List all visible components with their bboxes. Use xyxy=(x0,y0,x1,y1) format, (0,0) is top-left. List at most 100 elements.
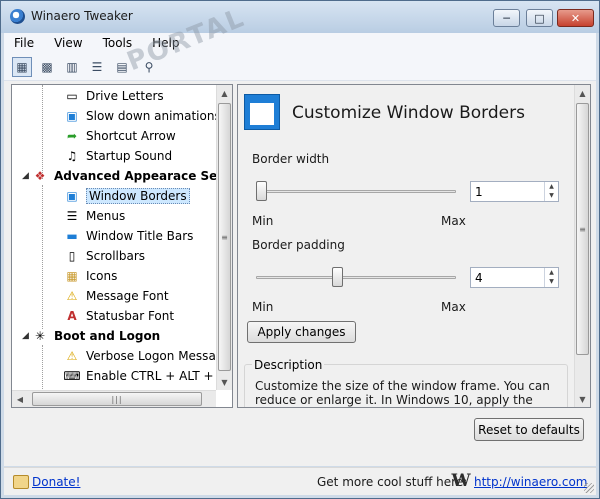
border-width-stepper[interactable]: 1 ▲ ▼ xyxy=(470,181,559,202)
tree-item-label: Message Font xyxy=(86,289,169,303)
tree-item-startup-sound[interactable]: ♫ Startup Sound xyxy=(64,146,173,166)
border-padding-slider[interactable] xyxy=(331,267,343,287)
border-width-value[interactable]: 1 xyxy=(475,185,483,199)
border-width-label: Border width xyxy=(252,152,330,166)
font-icon: A xyxy=(67,309,77,323)
tree-item-message-font[interactable]: ⚠ Message Font xyxy=(64,286,169,306)
tree-item-drive-letters[interactable]: ▭ Drive Letters xyxy=(64,86,163,106)
large-icons-icon: ▩ xyxy=(41,60,53,74)
border-width-slider[interactable] xyxy=(256,181,267,201)
border-padding-label: Border padding xyxy=(252,238,345,252)
scroll-up-icon[interactable]: ▲ xyxy=(575,85,590,101)
view-details-button[interactable]: ▤ xyxy=(112,57,132,77)
scroll-down-icon[interactable]: ▼ xyxy=(217,374,232,390)
spin-down-icon[interactable]: ▼ xyxy=(545,277,558,286)
description-text: Customize the size of the window frame. … xyxy=(255,379,550,407)
shortcut-arrow-icon: ➦ xyxy=(66,129,78,143)
menu-view[interactable]: View xyxy=(44,36,92,50)
minimize-icon: ─ xyxy=(503,11,510,25)
tree-item-label: Window Title Bars xyxy=(86,229,194,243)
tree-item-verbose-logon[interactable]: ⚠ Verbose Logon Messages xyxy=(64,346,232,366)
speaker-icon: ♫ xyxy=(66,149,78,163)
menu-icon: ☰ xyxy=(66,209,78,223)
tree-vertical-scrollbar[interactable]: ▲ ≡ ▼ xyxy=(216,85,232,390)
donate-icon[interactable] xyxy=(13,475,29,489)
tree-item-label: Window Borders xyxy=(86,188,190,204)
close-button[interactable]: ✕ xyxy=(557,9,594,27)
scrollbar-icon: ▯ xyxy=(68,249,76,263)
tree-item-window-title-bars[interactable]: ▬ Window Title Bars xyxy=(64,226,193,246)
view-tree-button[interactable]: ▦ xyxy=(12,57,32,77)
donate-link[interactable]: Donate! xyxy=(32,475,80,489)
tree-item-shortcut-arrow[interactable]: ➦ Shortcut Arrow xyxy=(64,126,176,146)
panel-scroll-thumb[interactable]: ≡ xyxy=(576,103,589,355)
description-label: Description xyxy=(252,358,325,372)
scroll-left-icon[interactable]: ◀ xyxy=(12,391,28,407)
scroll-down-icon[interactable]: ▼ xyxy=(575,391,590,407)
maximize-button[interactable]: □ xyxy=(526,9,553,27)
tree-item-icons[interactable]: ▦ Icons xyxy=(64,266,117,286)
toolbar: ▦ ▩ ▥ ☰ ▤ ⚲ xyxy=(4,53,596,81)
menu-help[interactable]: Help xyxy=(142,36,189,50)
tree-item-statusbar-font[interactable]: A Statusbar Font xyxy=(64,306,174,326)
view-small-icons-button[interactable]: ▥ xyxy=(62,57,82,77)
spin-up-icon[interactable]: ▲ xyxy=(545,182,558,191)
search-tool-button[interactable]: ⚲ xyxy=(139,57,159,77)
menu-file[interactable]: File xyxy=(4,36,44,50)
collapse-icon[interactable]: ◢ xyxy=(22,172,31,181)
window-title: Winaero Tweaker xyxy=(31,9,133,23)
border-padding-slider-track[interactable] xyxy=(256,276,456,279)
tree-category-boot-and-logon[interactable]: ✳ Boot and Logon xyxy=(32,326,160,346)
view-large-icons-button[interactable]: ▩ xyxy=(37,57,57,77)
tree-item-ctrl-alt-del[interactable]: ⌨ Enable CTRL + ALT + DEL xyxy=(63,366,232,386)
search-icon: ⚲ xyxy=(144,60,154,74)
maximize-icon: □ xyxy=(534,11,545,25)
tree-item-window-borders[interactable]: ▣ Window Borders xyxy=(64,186,190,206)
apply-changes-button[interactable]: Apply changes xyxy=(247,321,356,343)
border-padding-value[interactable]: 4 xyxy=(475,271,483,285)
keyboard-icon: ⌨ xyxy=(63,369,81,383)
spin-down-icon[interactable]: ▼ xyxy=(545,191,558,200)
resize-grip-icon[interactable] xyxy=(584,483,594,493)
tree-item-label: Shortcut Arrow xyxy=(86,129,176,143)
window-borders-icon: ▣ xyxy=(66,189,78,203)
winaero-app-icon[interactable] xyxy=(10,9,25,24)
border-padding-min-label: Min xyxy=(252,300,274,314)
panel-vertical-scrollbar[interactable]: ▲ ≡ ▼ xyxy=(574,85,590,407)
tree-item-menus[interactable]: ☰ Menus xyxy=(64,206,126,226)
reset-to-defaults-button[interactable]: Reset to defaults xyxy=(474,418,584,441)
drive-icon: ▭ xyxy=(66,89,78,103)
tree-item-label: Statusbar Font xyxy=(86,309,175,323)
border-width-min-label: Min xyxy=(252,214,274,228)
minimize-button[interactable]: ─ xyxy=(493,9,520,27)
settings-panel: Customize Window Borders Border width 1 … xyxy=(237,84,591,408)
warning-icon: ⚠ xyxy=(66,289,78,303)
border-padding-stepper[interactable]: 4 ▲ ▼ xyxy=(470,267,559,288)
title-bar[interactable]: Winaero Tweaker ─ □ ✕ xyxy=(1,1,599,33)
page-title: Customize Window Borders xyxy=(292,103,525,123)
tree-horizontal-scrollbar[interactable]: ◀ ||| xyxy=(12,390,216,407)
border-width-max-label: Max xyxy=(441,214,466,228)
scroll-up-icon[interactable]: ▲ xyxy=(217,85,232,101)
view-list-button[interactable]: ☰ xyxy=(87,57,107,77)
details-view-icon: ▤ xyxy=(116,60,128,74)
tree-item-label: Slow down animations xyxy=(86,109,221,123)
collapse-icon[interactable]: ◢ xyxy=(22,332,31,341)
tree-scroll-thumb[interactable]: ≡ xyxy=(218,103,231,371)
tree-item-scrollbars[interactable]: ▯ Scrollbars xyxy=(64,246,145,266)
animation-icon: ▣ xyxy=(66,109,78,123)
tree-category-advanced-appearance[interactable]: ❖ Advanced Appearace Settin xyxy=(32,166,232,186)
website-link[interactable]: http://winaero.com xyxy=(474,475,588,489)
winaero-logo-icon[interactable]: W xyxy=(451,471,471,491)
tree-item-label: Icons xyxy=(86,269,118,283)
border-width-spin-buttons: ▲ ▼ xyxy=(544,182,558,201)
tree-item-slow-down-animations[interactable]: ▣ Slow down animations xyxy=(64,106,221,126)
border-width-slider-track[interactable] xyxy=(256,190,456,193)
spin-up-icon[interactable]: ▲ xyxy=(545,268,558,277)
tree-item-label: Menus xyxy=(86,209,126,223)
tree-hscroll-thumb[interactable]: ||| xyxy=(32,392,202,406)
settings-tree[interactable]: ▭ Drive Letters ▣ Slow down animations ➦… xyxy=(11,84,233,408)
menu-tools[interactable]: Tools xyxy=(93,36,143,50)
border-padding-max-label: Max xyxy=(441,300,466,314)
tree-view-icon: ▦ xyxy=(16,60,28,74)
